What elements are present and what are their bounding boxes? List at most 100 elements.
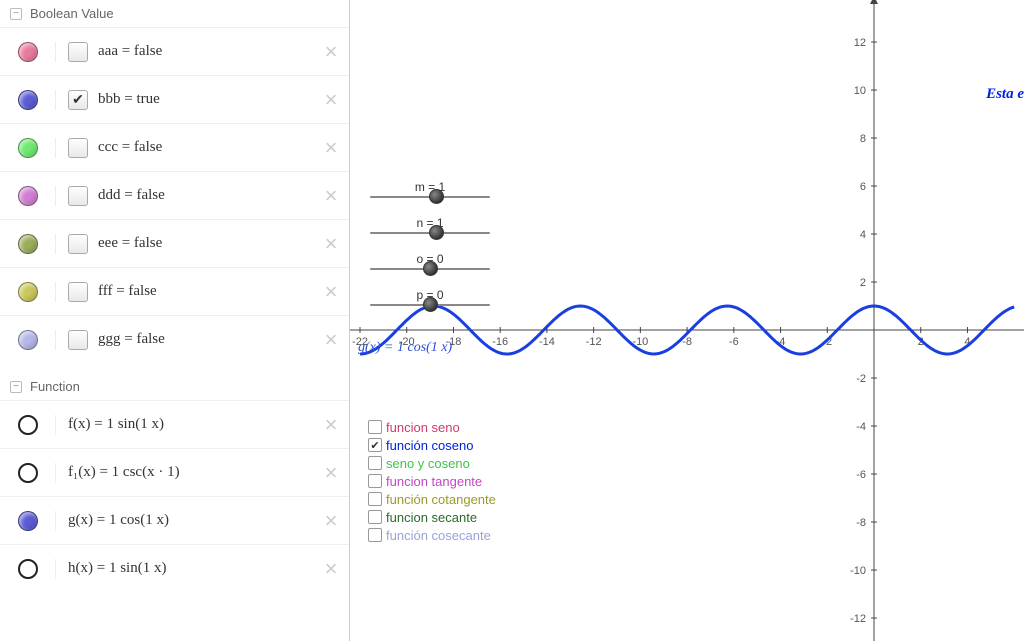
close-icon[interactable]: × bbox=[321, 42, 341, 62]
boolean-checkbox[interactable] bbox=[68, 186, 88, 206]
legend-checkbox[interactable] bbox=[368, 420, 382, 434]
close-icon[interactable]: × bbox=[321, 330, 341, 350]
section-title: Function bbox=[30, 379, 80, 394]
boolean-checkbox[interactable] bbox=[68, 330, 88, 350]
boolean-label: fff = false bbox=[98, 283, 321, 300]
boolean-row: ✔ bbb = true × bbox=[0, 75, 349, 123]
boolean-checkbox[interactable] bbox=[68, 42, 88, 62]
legend-item[interactable]: seno y coseno bbox=[368, 454, 496, 472]
legend-item[interactable]: ✔ función coseno bbox=[368, 436, 496, 454]
slider-o[interactable]: o = 0 bbox=[370, 252, 490, 270]
close-icon[interactable]: × bbox=[321, 559, 341, 579]
svg-text:-12: -12 bbox=[850, 613, 866, 625]
legend-label: función cotangente bbox=[386, 492, 496, 507]
boolean-row: eee = false × bbox=[0, 219, 349, 267]
boolean-checkbox[interactable] bbox=[68, 138, 88, 158]
boolean-checkbox[interactable] bbox=[68, 234, 88, 254]
graphics-view[interactable]: -22-20-18-16-14-12-10-8-6-4-224-12-10-8-… bbox=[350, 0, 1024, 641]
svg-text:12: 12 bbox=[854, 37, 866, 49]
visibility-swatch[interactable] bbox=[0, 42, 56, 62]
boolean-row: aaa = false × bbox=[0, 27, 349, 75]
legend-label: funcion tangente bbox=[386, 474, 482, 489]
close-icon[interactable]: × bbox=[321, 282, 341, 302]
slider-track[interactable] bbox=[370, 196, 490, 198]
close-icon[interactable]: × bbox=[321, 415, 341, 435]
visibility-swatch[interactable] bbox=[0, 138, 56, 158]
boolean-row: ddd = false × bbox=[0, 171, 349, 219]
visibility-swatch[interactable] bbox=[0, 463, 56, 483]
function-label: g(x) = 1 cos(1 x) bbox=[56, 512, 321, 529]
close-icon[interactable]: × bbox=[321, 186, 341, 206]
close-icon[interactable]: × bbox=[321, 138, 341, 158]
legend-item[interactable]: función cosecante bbox=[368, 526, 496, 544]
slider-knob[interactable] bbox=[429, 225, 444, 240]
collapse-icon[interactable]: − bbox=[10, 381, 22, 393]
svg-text:-10: -10 bbox=[850, 565, 866, 577]
slider-m[interactable]: m = 1 bbox=[370, 180, 490, 198]
svg-text:-14: -14 bbox=[539, 336, 555, 348]
legend-item[interactable]: funcion secante bbox=[368, 508, 496, 526]
collapse-icon[interactable]: − bbox=[10, 8, 22, 20]
svg-text:6: 6 bbox=[860, 181, 866, 193]
slider-p[interactable]: p = 0 bbox=[370, 288, 490, 306]
function-row: f(x) = 1 sin(1 x) × bbox=[0, 400, 349, 448]
legend-checkbox[interactable] bbox=[368, 456, 382, 470]
legend-checkbox[interactable] bbox=[368, 510, 382, 524]
slider-knob[interactable] bbox=[423, 261, 438, 276]
close-icon[interactable]: × bbox=[321, 234, 341, 254]
legend-checkbox[interactable] bbox=[368, 528, 382, 542]
visibility-swatch[interactable] bbox=[0, 186, 56, 206]
function-label: f(x) = 1 sin(1 x) bbox=[56, 416, 321, 433]
legend-checkbox[interactable] bbox=[368, 492, 382, 506]
function-label: f₁(x) = 1 csc(x · 1) bbox=[56, 464, 321, 481]
legend-item[interactable]: funcion seno bbox=[368, 418, 496, 436]
boolean-label: ccc = false bbox=[98, 139, 321, 156]
slider-track[interactable] bbox=[370, 232, 490, 234]
slider-knob[interactable] bbox=[429, 189, 444, 204]
legend-group: funcion seno✔ función coseno seno y cose… bbox=[368, 418, 496, 544]
legend-checkbox[interactable] bbox=[368, 474, 382, 488]
close-icon[interactable]: × bbox=[321, 90, 341, 110]
legend-label: función coseno bbox=[386, 438, 473, 453]
boolean-checkbox[interactable]: ✔ bbox=[68, 90, 88, 110]
visibility-swatch[interactable] bbox=[0, 90, 56, 110]
slider-track[interactable] bbox=[370, 268, 490, 270]
slider-knob[interactable] bbox=[423, 297, 438, 312]
visibility-swatch[interactable] bbox=[0, 415, 56, 435]
boolean-checkbox[interactable] bbox=[68, 282, 88, 302]
close-icon[interactable]: × bbox=[321, 463, 341, 483]
svg-text:8: 8 bbox=[860, 133, 866, 145]
legend-label: funcion secante bbox=[386, 510, 477, 525]
legend-label: seno y coseno bbox=[386, 456, 470, 471]
section-header-boolean[interactable]: − Boolean Value bbox=[0, 0, 349, 27]
boolean-row: ccc = false × bbox=[0, 123, 349, 171]
slider-n[interactable]: n = 1 bbox=[370, 216, 490, 234]
svg-text:-6: -6 bbox=[856, 469, 866, 481]
close-icon[interactable]: × bbox=[321, 511, 341, 531]
function-label: h(x) = 1 sin(1 x) bbox=[56, 560, 321, 577]
slider-track[interactable] bbox=[370, 304, 490, 306]
svg-text:-8: -8 bbox=[856, 517, 866, 529]
visibility-swatch[interactable] bbox=[0, 282, 56, 302]
boolean-label: aaa = false bbox=[98, 43, 321, 60]
boolean-row: ggg = false × bbox=[0, 315, 349, 363]
svg-text:10: 10 bbox=[854, 85, 866, 97]
algebra-panel[interactable]: − Boolean Value aaa = false × ✔ bbb = tr… bbox=[0, 0, 350, 641]
svg-text:-2: -2 bbox=[856, 373, 866, 385]
boolean-label: ggg = false bbox=[98, 331, 321, 348]
boolean-label: ddd = false bbox=[98, 187, 321, 204]
legend-item[interactable]: función cotangente bbox=[368, 490, 496, 508]
svg-text:2: 2 bbox=[860, 277, 866, 289]
visibility-swatch[interactable] bbox=[0, 511, 56, 531]
visibility-swatch[interactable] bbox=[0, 559, 56, 579]
section-header-function[interactable]: − Function bbox=[0, 373, 349, 400]
function-row: h(x) = 1 sin(1 x) × bbox=[0, 544, 349, 592]
visibility-swatch[interactable] bbox=[0, 330, 56, 350]
boolean-label: eee = false bbox=[98, 235, 321, 252]
visibility-swatch[interactable] bbox=[0, 234, 56, 254]
boolean-label: bbb = true bbox=[98, 91, 321, 108]
legend-checkbox[interactable]: ✔ bbox=[368, 438, 382, 452]
svg-text:4: 4 bbox=[860, 229, 866, 241]
function-row: f₁(x) = 1 csc(x · 1) × bbox=[0, 448, 349, 496]
legend-item[interactable]: funcion tangente bbox=[368, 472, 496, 490]
